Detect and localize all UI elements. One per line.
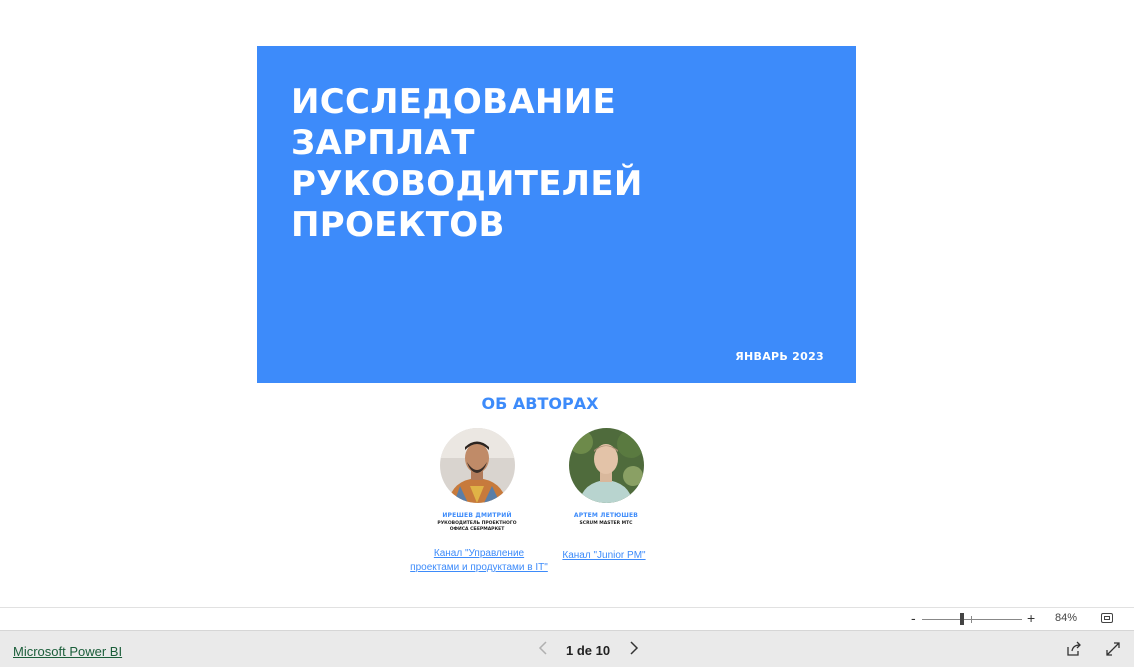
zoom-percent: 84%: [1055, 612, 1078, 624]
author-name: АРТЕМ ЛЕТЮШЕВ: [573, 512, 639, 519]
zoom-slider-tick: [971, 616, 972, 623]
author-photo: [568, 428, 644, 503]
report-title-line: ПРОЕКТОВ: [291, 205, 505, 245]
author-role: РУКОВОДИТЕЛЬ ПРОЕКТНОГО ОФИСА СБЕРМАРКЕТ: [437, 521, 517, 532]
zoom-out-button[interactable]: -: [911, 610, 916, 626]
report-title-line: РУКОВОДИТЕЛЕЙ: [291, 164, 643, 204]
report-title-line: ИССЛЕДОВАНИЕ: [291, 82, 616, 122]
channel-link-junior-pm[interactable]: Канал "Junior PM": [556, 549, 652, 563]
zoom-slider-track[interactable]: [922, 619, 1022, 620]
zoom-in-button[interactable]: +: [1027, 610, 1035, 626]
title-banner: ИССЛЕДОВАНИЕ ЗАРПЛАТ РУКОВОДИТЕЛЕЙ ПРОЕК…: [257, 46, 856, 383]
report-title-line: ЗАРПЛАТ: [291, 123, 475, 163]
footer-bar: Microsoft Power BI 1 de 10: [0, 630, 1134, 667]
author-photo: [439, 428, 515, 503]
author-card: АРТЕМ ЛЕТЮШЕВ SCRUM MASTER МТС: [526, 428, 686, 527]
page-current: 1: [566, 643, 574, 658]
zoom-slider-handle[interactable]: [960, 613, 964, 625]
author-role: SCRUM MASTER МТС: [579, 521, 633, 526]
page-separator: de: [576, 643, 593, 658]
expand-icon[interactable]: [1105, 641, 1121, 657]
about-authors-heading: ОБ АВТОРАХ: [481, 394, 599, 413]
report-date: ЯНВАРЬ 2023: [735, 350, 824, 363]
page-indicator: 1 de 10: [566, 643, 610, 658]
page-total: 10: [595, 643, 611, 658]
fit-to-page-icon[interactable]: [1101, 613, 1113, 623]
powerbi-link[interactable]: Microsoft Power BI: [13, 644, 122, 659]
zoom-bar: - + 84%: [0, 607, 1134, 630]
chevron-left-icon[interactable]: [538, 641, 548, 658]
report-title: ИССЛЕДОВАНИЕ ЗАРПЛАТ РУКОВОДИТЕЛЕЙ ПРОЕК…: [291, 82, 711, 246]
chevron-right-icon[interactable]: [629, 641, 639, 658]
share-icon[interactable]: [1066, 641, 1082, 657]
channel-link-project-management[interactable]: Канал "Управление проектами и продуктами…: [410, 547, 548, 575]
report-canvas: ИССЛЕДОВАНИЕ ЗАРПЛАТ РУКОВОДИТЕЛЕЙ ПРОЕК…: [0, 0, 1134, 607]
